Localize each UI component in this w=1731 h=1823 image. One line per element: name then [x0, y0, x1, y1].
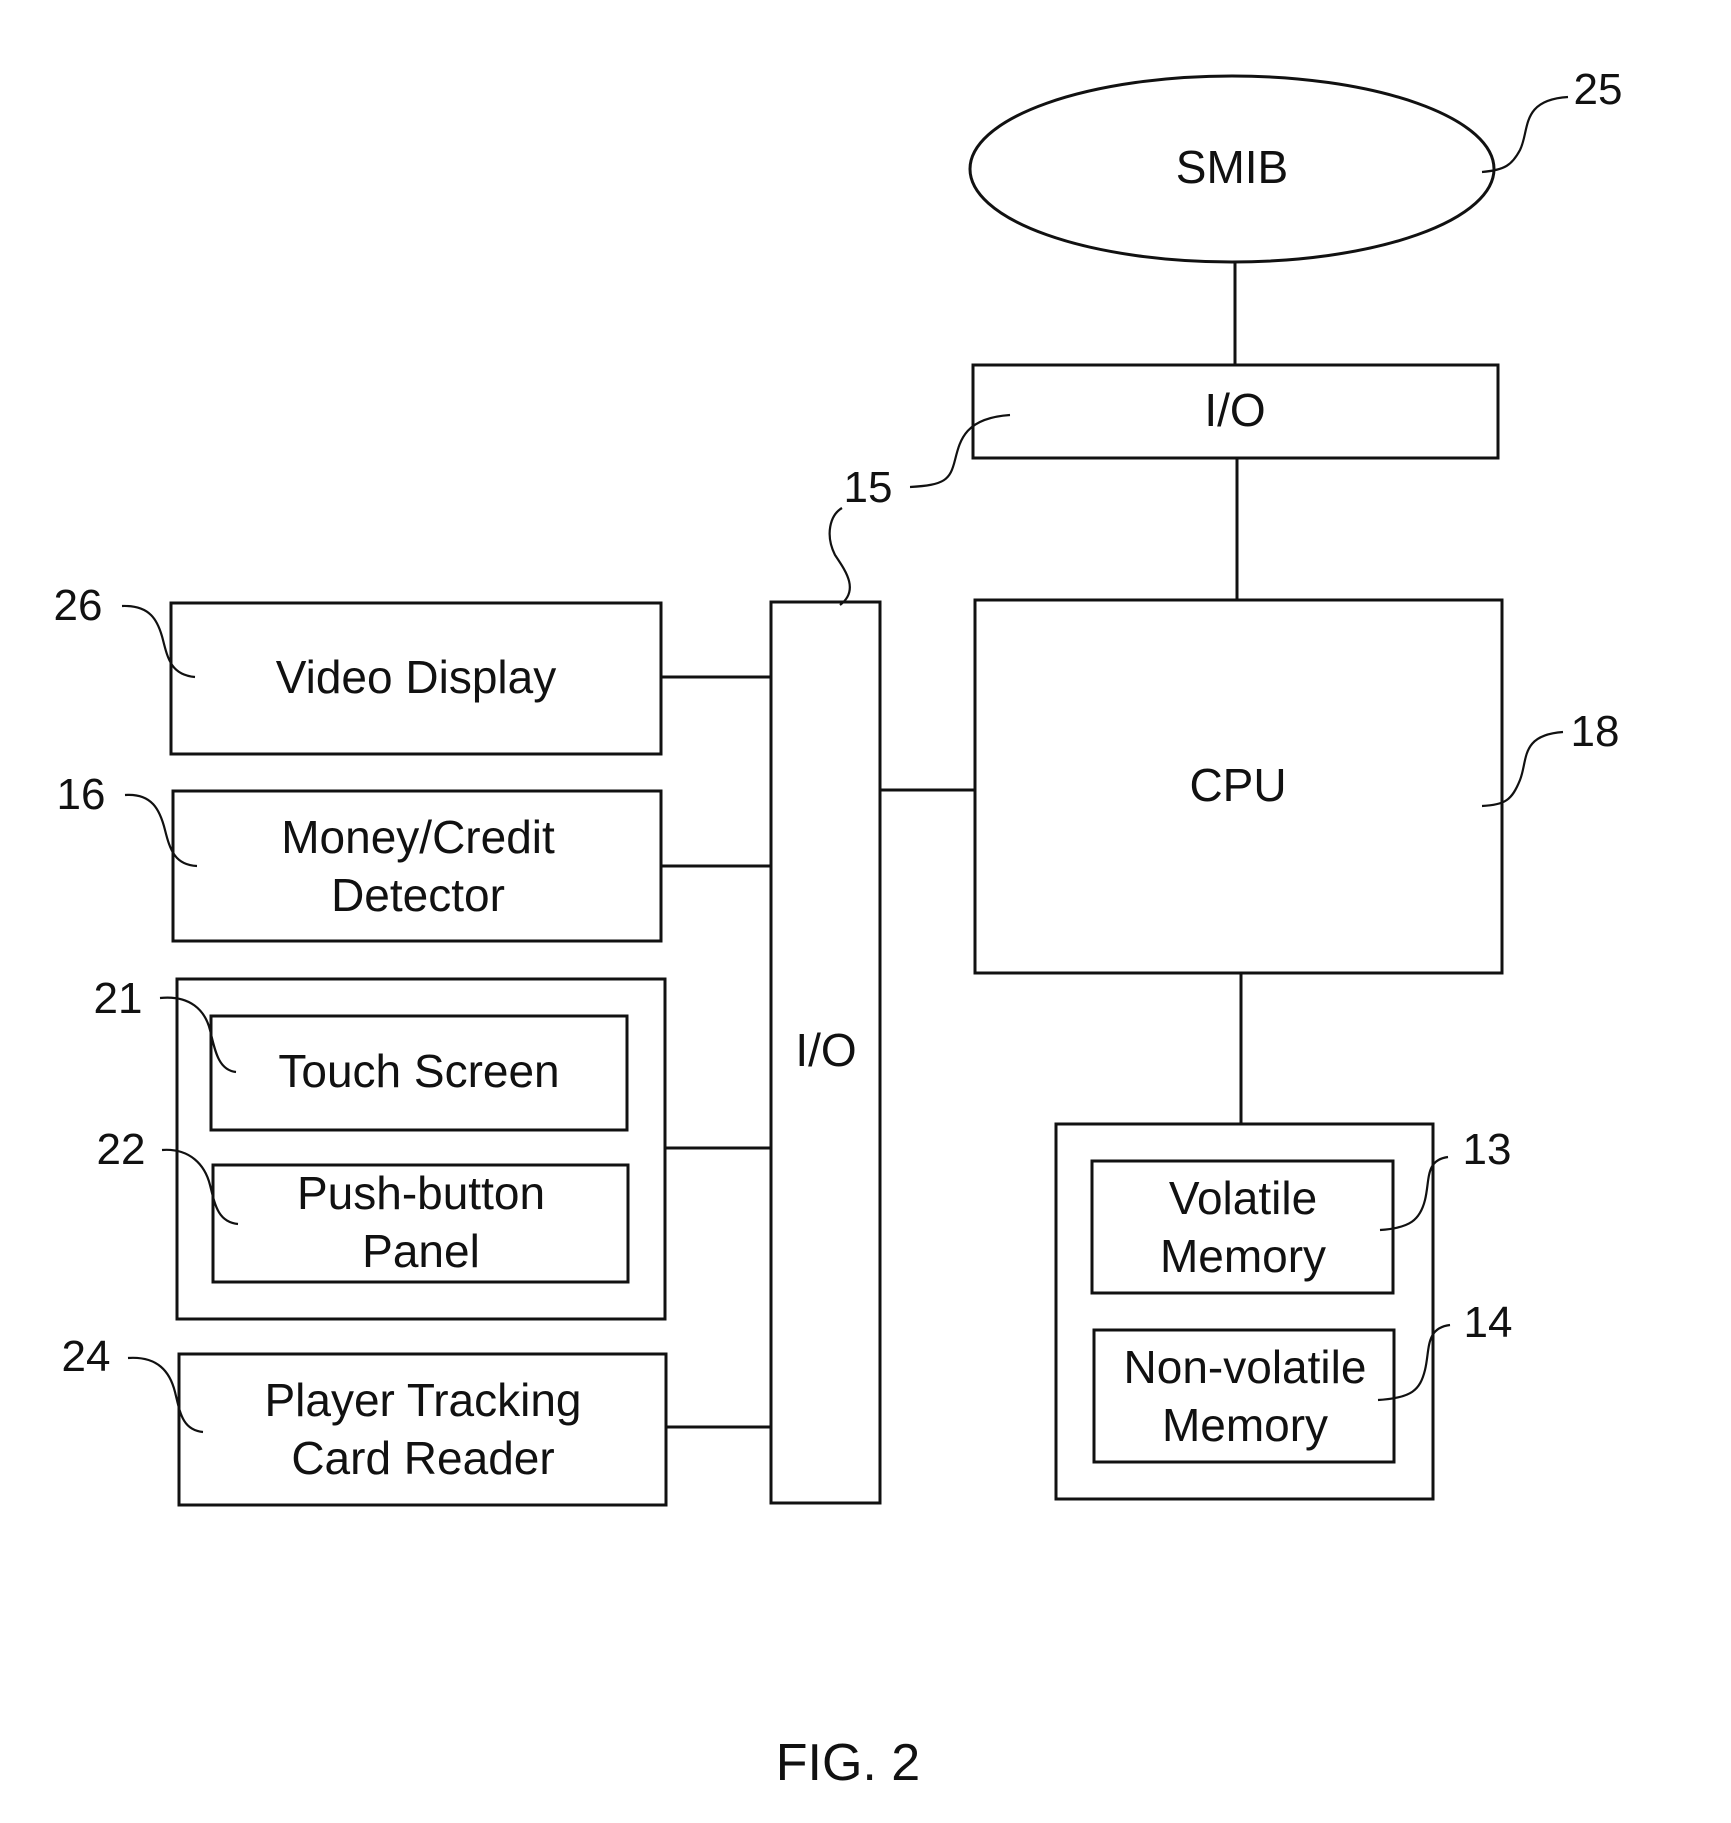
leader-21: [159, 996, 237, 1074]
ref-26: 26: [53, 581, 103, 630]
leader-26: [121, 604, 196, 679]
io-bar-label: I/O: [795, 1024, 857, 1076]
ref-25: 25: [1573, 65, 1623, 114]
leader-18: [1481, 730, 1564, 808]
money-credit-label: Money/Credit Detector: [281, 811, 555, 921]
figure-caption: FIG. 2: [775, 1734, 921, 1792]
leader-15-bar: [828, 507, 851, 606]
leader-22: [161, 1148, 239, 1226]
touch-screen-label: Touch Screen: [278, 1045, 560, 1097]
io-top-label: I/O: [1204, 384, 1266, 436]
leader-15-top: [909, 413, 1011, 489]
ref-22: 22: [96, 1125, 146, 1174]
video-display-label: Video Display: [275, 651, 557, 703]
push-button-label: Push-button Panel: [296, 1167, 546, 1277]
ref-21: 21: [93, 974, 143, 1023]
ref-24: 24: [61, 1332, 111, 1381]
block-diagram: [121, 74, 1569, 1507]
nonvolatile-memory-label: Non-volatile Memory: [1123, 1341, 1367, 1451]
ref-16: 16: [56, 770, 106, 819]
ref-14: 14: [1463, 1298, 1513, 1347]
smib-label: SMIB: [1175, 141, 1289, 193]
ref-18: 18: [1570, 707, 1620, 756]
leader-14: [1377, 1323, 1451, 1402]
leader-16: [124, 793, 198, 868]
leader-25: [1481, 95, 1569, 174]
player-tracking-label: Player Tracking Card Reader: [264, 1374, 582, 1484]
ref-13: 13: [1462, 1125, 1512, 1174]
cpu-label: CPU: [1189, 759, 1287, 811]
volatile-memory-label: Volatile Memory: [1159, 1172, 1327, 1282]
ref-15: 15: [843, 463, 893, 512]
leader-13: [1379, 1155, 1449, 1232]
leader-24: [127, 1356, 204, 1434]
